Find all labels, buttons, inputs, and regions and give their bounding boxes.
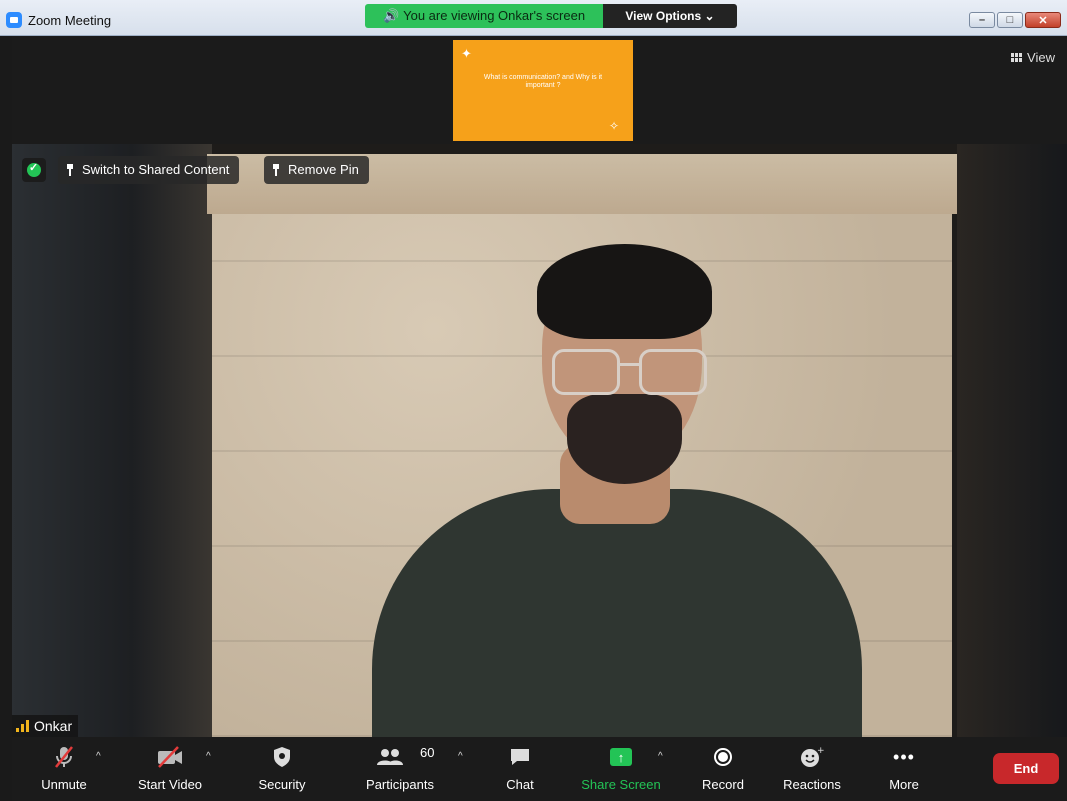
svg-text:+: + xyxy=(817,746,824,756)
sparkle-icon: ✧ xyxy=(608,119,619,133)
security-button[interactable]: Security xyxy=(252,737,312,801)
audio-options-caret[interactable]: ^ xyxy=(96,751,101,762)
participant-name: Onkar xyxy=(34,718,73,734)
reactions-icon: + xyxy=(798,745,826,769)
record-button[interactable]: Record xyxy=(698,737,748,801)
sparkle-icon: ✦ xyxy=(461,46,472,61)
view-options-label: View Options xyxy=(625,9,702,23)
video-background xyxy=(957,144,1067,737)
close-icon: ✕ xyxy=(1038,14,1048,27)
more-button[interactable]: ••• More xyxy=(884,737,924,801)
viewing-banner: 🔊 You are viewing Onkar's screen xyxy=(365,4,603,28)
mic-muted-icon xyxy=(50,745,78,769)
minimize-icon: – xyxy=(978,14,986,26)
title-bar: Zoom Meeting 🔊 You are viewing Onkar's sc… xyxy=(0,0,1067,36)
view-button[interactable]: View xyxy=(1011,50,1055,65)
remove-pin-button[interactable]: Remove Pin xyxy=(264,156,369,184)
more-label: More xyxy=(889,777,919,792)
share-screen-button[interactable]: ↑ Share Screen xyxy=(578,737,664,801)
reactions-label: Reactions xyxy=(783,777,841,792)
start-video-label: Start Video xyxy=(137,777,203,792)
chat-label: Chat xyxy=(506,777,534,792)
participant-video xyxy=(537,244,712,339)
participants-icon xyxy=(376,745,404,769)
reactions-button[interactable]: + Reactions xyxy=(780,737,844,801)
participant-video xyxy=(372,489,862,737)
participant-name-tag: Onkar xyxy=(12,715,79,737)
share-options-caret[interactable]: ^ xyxy=(658,751,663,762)
video-options-caret[interactable]: ^ xyxy=(206,751,211,762)
shield-icon xyxy=(27,161,41,177)
participants-options-caret[interactable]: ^ xyxy=(458,751,463,762)
participants-count: 60 xyxy=(420,745,435,760)
record-icon xyxy=(709,745,737,769)
window-controls: – □ ✕ xyxy=(969,12,1061,28)
thumbnail-strip: ✦ What is communication? and Why is it i… xyxy=(12,36,1067,144)
window-title: Zoom Meeting xyxy=(28,13,112,28)
remove-pin-label: Remove Pin xyxy=(288,162,359,177)
chevron-down-icon: ⌄ xyxy=(704,9,715,23)
pin-icon xyxy=(272,164,280,176)
end-meeting-button[interactable]: End xyxy=(993,753,1059,784)
unmute-button[interactable]: Unmute xyxy=(34,737,94,801)
more-dots-icon: ••• xyxy=(893,747,915,767)
signal-bars-icon xyxy=(16,720,30,732)
close-button[interactable]: ✕ xyxy=(1025,12,1061,28)
video-area: Switch to Shared Content Remove Pin Onka… xyxy=(12,144,1067,737)
record-label: Record xyxy=(702,777,744,792)
video-off-icon xyxy=(156,745,184,769)
encryption-shield-button[interactable] xyxy=(22,158,46,182)
participant-video xyxy=(552,349,707,397)
share-screen-icon: ↑ xyxy=(607,745,635,769)
meeting-toolbar: Unmute ^ Start Video ^ Security 60 Parti… xyxy=(12,737,1067,801)
thumbnail-text: What is communication? and Why is it imp… xyxy=(483,74,603,89)
view-label: View xyxy=(1027,50,1055,65)
minimize-button[interactable]: – xyxy=(969,12,995,28)
viewing-text: You are viewing Onkar's screen xyxy=(403,8,586,23)
participant-video xyxy=(567,394,682,484)
grid-view-icon xyxy=(1011,53,1023,62)
pin-icon xyxy=(66,164,74,176)
shared-screen-thumbnail[interactable]: ✦ What is communication? and Why is it i… xyxy=(453,40,633,141)
participants-label: Participants xyxy=(366,777,434,792)
zoom-app-icon xyxy=(6,12,22,28)
view-options-button[interactable]: View Options ⌄ xyxy=(603,4,737,28)
switch-to-shared-content-button[interactable]: Switch to Shared Content xyxy=(58,156,240,184)
unmute-label: Unmute xyxy=(41,777,87,792)
security-shield-icon xyxy=(268,745,296,769)
share-screen-label: Share Screen xyxy=(581,777,661,792)
security-label: Security xyxy=(258,777,306,792)
switch-label: Switch to Shared Content xyxy=(82,162,230,177)
chat-icon xyxy=(506,745,534,769)
maximize-icon: □ xyxy=(1006,14,1014,26)
chat-button[interactable]: Chat xyxy=(498,737,542,801)
participants-button[interactable]: 60 Participants xyxy=(360,737,440,801)
video-background xyxy=(12,144,212,737)
maximize-button[interactable]: □ xyxy=(997,12,1023,28)
start-video-button[interactable]: Start Video xyxy=(130,737,210,801)
speaker-icon: 🔊 xyxy=(382,8,400,23)
